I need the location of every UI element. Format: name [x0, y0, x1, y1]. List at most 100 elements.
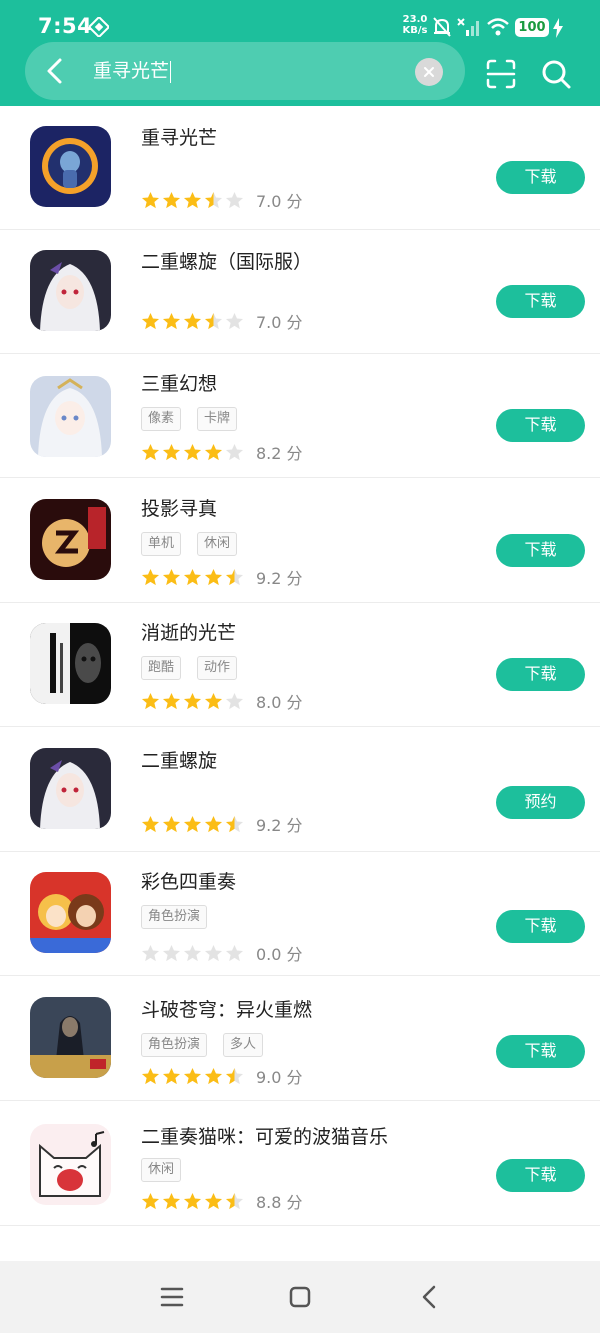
app-name[interactable]: 二重螺旋: [141, 748, 217, 774]
rating: 7.0 分: [141, 188, 303, 212]
star-icon: [162, 1067, 181, 1084]
download-button[interactable]: 下载: [496, 910, 585, 943]
result-item[interactable]: 二重螺旋（国际服） 7.0 分 下载: [0, 230, 600, 354]
star-icon: [225, 1192, 244, 1209]
result-item[interactable]: 彩色四重奏 角色扮演 0.0 分 下载: [0, 852, 600, 976]
star-icon: [183, 944, 202, 961]
app-name[interactable]: 二重螺旋（国际服）: [141, 249, 312, 275]
tag[interactable]: 跑酷: [141, 656, 182, 680]
app-name[interactable]: 重寻光芒: [141, 125, 217, 151]
download-button[interactable]: 下载: [496, 658, 585, 691]
result-item[interactable]: 重寻光芒 7.0 分 下载: [0, 106, 600, 230]
star-icon: [204, 1067, 223, 1084]
search-bar[interactable]: [25, 42, 465, 100]
download-button[interactable]: 下载: [496, 1159, 585, 1192]
search-icon[interactable]: [540, 58, 572, 90]
back-icon[interactable]: [40, 56, 70, 86]
tag[interactable]: 卡牌: [197, 407, 238, 431]
star-rating: [141, 692, 244, 711]
result-item[interactable]: 消逝的光芒 跑酷 动作 8.0 分 下载: [0, 603, 600, 727]
result-item[interactable]: 二重螺旋 9.2 分 预约: [0, 728, 600, 852]
rating: 7.0 分: [141, 309, 303, 333]
star-icon: [225, 944, 244, 961]
app-icon: [30, 872, 111, 953]
star-icon: [141, 1192, 160, 1209]
star-rating: [141, 1192, 244, 1211]
scan-icon[interactable]: [485, 58, 517, 90]
star-icon: [204, 568, 223, 585]
star-icon: [183, 815, 202, 832]
tag[interactable]: 休闲: [197, 532, 238, 556]
tag-list: 角色扮演: [141, 905, 208, 929]
star-rating: [141, 944, 244, 963]
star-icon: [162, 191, 181, 208]
rating: 9.0 分: [141, 1064, 303, 1088]
score: 9.2 分: [256, 569, 303, 588]
search-results-list[interactable]: 重寻光芒 7.0 分 下载 二重螺旋（国际服） 7.0 分 下载 三重幻想 像素…: [0, 106, 600, 1261]
download-button[interactable]: 下载: [496, 1035, 585, 1068]
star-rating: [141, 568, 244, 587]
score: 9.2 分: [256, 816, 303, 835]
app-name[interactable]: 三重幻想: [141, 371, 217, 397]
app-name[interactable]: 彩色四重奏: [141, 869, 236, 895]
star-icon: [183, 1192, 202, 1209]
app-name[interactable]: 消逝的光芒: [141, 620, 236, 646]
star-icon: [225, 692, 244, 709]
status-time: 7:54: [38, 14, 93, 38]
menu-icon[interactable]: [160, 1285, 184, 1309]
download-button[interactable]: 下载: [496, 161, 585, 194]
star-icon: [225, 312, 244, 329]
net-speed: 23.0 KB/s: [400, 14, 430, 36]
signal-icon: [457, 18, 479, 36]
download-button[interactable]: 下载: [496, 285, 585, 318]
star-icon: [162, 1192, 181, 1209]
clear-search-button[interactable]: [415, 58, 443, 86]
result-item[interactable]: 二重奏猫咪：可爱的波猫音乐 休闲 8.8 分 下载: [0, 1102, 600, 1226]
star-icon: [183, 443, 202, 460]
star-rating: [141, 815, 244, 834]
star-icon: [141, 443, 160, 460]
app-name[interactable]: 投影寻真: [141, 496, 217, 522]
download-button[interactable]: 下载: [496, 534, 585, 567]
star-rating: [141, 1067, 244, 1086]
star-icon: [225, 191, 244, 208]
result-item[interactable]: 投影寻真 单机 休闲 9.2 分 下载: [0, 479, 600, 603]
download-button[interactable]: 下载: [496, 409, 585, 442]
app-name[interactable]: 二重奏猫咪：可爱的波猫音乐: [141, 1124, 388, 1150]
tag[interactable]: 动作: [197, 656, 238, 680]
star-icon: [183, 312, 202, 329]
star-icon: [141, 312, 160, 329]
result-item[interactable]: 三重幻想 像素 卡牌 8.2 分 下载: [0, 354, 600, 478]
reserve-button[interactable]: 预约: [496, 786, 585, 819]
app-icon: [30, 997, 111, 1078]
battery-indicator: 100: [515, 18, 549, 37]
star-icon: [162, 944, 181, 961]
app-icon: [30, 623, 111, 704]
star-icon: [162, 815, 181, 832]
rating: 9.2 分: [141, 565, 303, 589]
score: 8.0 分: [256, 693, 303, 712]
tag[interactable]: 多人: [223, 1033, 264, 1057]
result-item[interactable]: 斗破苍穹：异火重燃 角色扮演 多人 9.0 分 下载: [0, 977, 600, 1101]
back-triangle-icon[interactable]: [418, 1285, 442, 1309]
tag[interactable]: 单机: [141, 532, 182, 556]
tag[interactable]: 角色扮演: [141, 905, 208, 929]
score: 8.2 分: [256, 444, 303, 463]
star-icon: [141, 815, 160, 832]
tag[interactable]: 像素: [141, 407, 182, 431]
star-icon: [183, 568, 202, 585]
star-rating: [141, 312, 244, 331]
star-rating: [141, 191, 244, 210]
app-name[interactable]: 斗破苍穹：异火重燃: [141, 997, 312, 1023]
star-icon: [204, 944, 223, 961]
star-icon: [183, 1067, 202, 1084]
tag[interactable]: 休闲: [141, 1158, 182, 1182]
star-icon: [162, 312, 181, 329]
app-icon: [30, 748, 111, 829]
score: 7.0 分: [256, 313, 303, 332]
search-input[interactable]: 重寻光芒: [93, 58, 172, 84]
star-icon: [225, 1067, 244, 1084]
home-square-icon[interactable]: [288, 1285, 312, 1309]
tag[interactable]: 角色扮演: [141, 1033, 208, 1057]
close-icon: [424, 67, 434, 77]
